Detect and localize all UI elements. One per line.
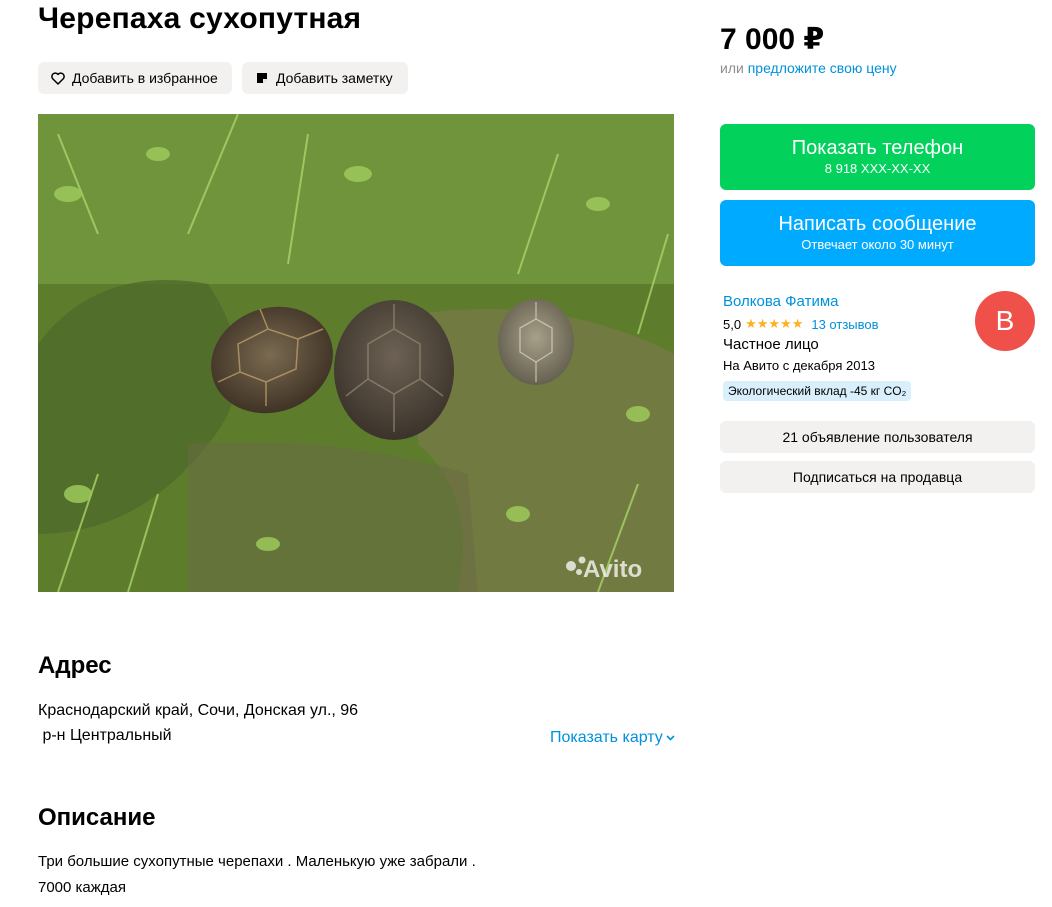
or-text: или: [720, 60, 744, 76]
offer-price-link[interactable]: предложите свою цену: [748, 60, 897, 76]
user-ads-button[interactable]: 21 объявление пользователя: [720, 421, 1035, 453]
description-line-2: 7000 каждая: [38, 879, 127, 896]
seller-type: Частное лицо: [723, 336, 819, 353]
tortoise-right: [498, 299, 574, 385]
seller-since: На Авито с декабря 2013: [723, 358, 875, 373]
address-heading: Адрес: [38, 652, 112, 679]
star-rating-icon: ★★★★★: [745, 316, 804, 331]
seller-name-link[interactable]: Волкова Фатима: [723, 293, 838, 310]
listing-page: Черепаха сухопутная Добавить в избранное…: [0, 0, 1052, 907]
response-time: Отвечает около 30 минут: [801, 237, 954, 252]
masked-phone-number: 8 918 XXX-XX-XX: [824, 161, 931, 176]
show-map-link[interactable]: Показать карту: [550, 729, 675, 747]
listing-photo[interactable]: Avito: [38, 114, 674, 592]
write-message-button[interactable]: Написать сообщение Отвечает около 30 мин…: [720, 200, 1035, 266]
price: 7 000 ₽: [720, 23, 825, 56]
add-note-button[interactable]: Добавить заметку: [242, 62, 408, 94]
add-note-label: Добавить заметку: [276, 70, 393, 86]
eco-impact-badge[interactable]: Экологический вклад -45 кг CO₂: [723, 381, 912, 401]
add-to-favorites-label: Добавить в избранное: [72, 70, 218, 86]
show-phone-button[interactable]: Показать телефон 8 918 XXX-XX-XX: [720, 124, 1035, 190]
subscribe-seller-button[interactable]: Подписаться на продавца: [720, 461, 1035, 493]
show-phone-label: Показать телефон: [791, 137, 964, 159]
page-title: Черепаха сухопутная: [38, 2, 362, 35]
seller-rating: 5,0 ★★★★★ 13 отзывов: [723, 316, 879, 332]
note-icon: [254, 70, 270, 86]
reviews-link[interactable]: 13 отзывов: [811, 317, 878, 332]
address-line: Краснодарский край, Сочи, Донская ул., 9…: [38, 702, 359, 719]
description-line-1: Три большие сухопутные черепахи . Малень…: [38, 853, 476, 870]
tortoise-middle: [334, 300, 454, 440]
chevron-down-icon: [666, 735, 675, 741]
avito-watermark: Avito: [583, 556, 642, 583]
rating-value: 5,0: [723, 316, 742, 332]
price-offer: или предложите свою цену: [720, 60, 897, 76]
write-message-label: Написать сообщение: [778, 213, 977, 235]
description-heading: Описание: [38, 804, 156, 831]
heart-icon: [50, 70, 66, 86]
seller-avatar[interactable]: В: [975, 291, 1035, 351]
add-to-favorites-button[interactable]: Добавить в избранное: [38, 62, 232, 94]
show-map-label: Показать карту: [550, 729, 663, 746]
district-line: р-н Центральный: [38, 727, 172, 744]
